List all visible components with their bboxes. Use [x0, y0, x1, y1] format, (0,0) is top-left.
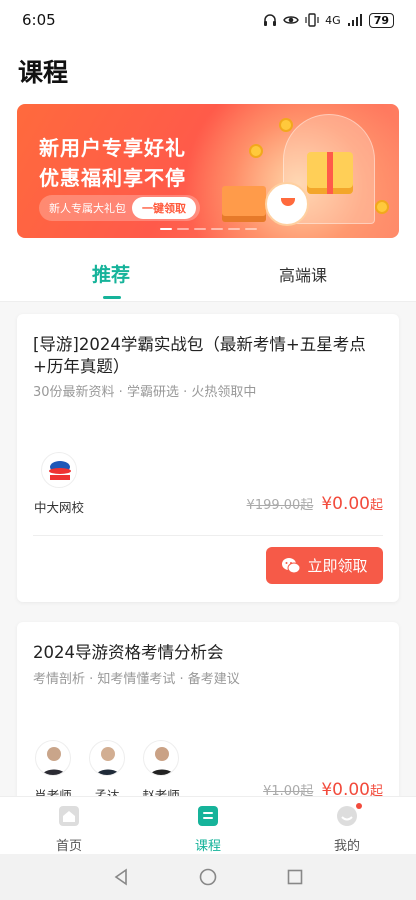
teacher-avatar	[143, 740, 179, 776]
banner-claim-button[interactable]: 一键领取	[132, 197, 196, 219]
price-suffix: 起	[369, 784, 383, 796]
home-icon	[59, 806, 79, 826]
teacher: 中大网校	[29, 452, 89, 516]
course-title: [导游]2024学霸实战包（最新考情+五星考点+历年真题）	[33, 335, 366, 376]
status-bar: 6:05 4G 79	[0, 0, 416, 40]
course-tags: 考情剖析 · 知考情懂考试 · 备考建议	[33, 672, 240, 687]
current-price: ¥0.00起	[321, 494, 383, 514]
promo-banner[interactable]: 新用户专享好礼 优惠福利享不停 新人专属大礼包 一键领取	[17, 104, 399, 238]
notification-dot	[356, 803, 362, 809]
course-tags: 30份最新资料 · 学霸研选 · 火热领取中	[33, 385, 257, 400]
current-price-value: ¥0.00	[321, 494, 370, 514]
headphones-icon	[264, 14, 277, 26]
status-time: 6:05	[22, 11, 56, 29]
nav-home[interactable]: 首页	[34, 805, 104, 854]
card-divider	[33, 535, 383, 536]
teacher-avatar	[35, 740, 71, 776]
tab-bar: 推荐 高端课	[0, 256, 416, 302]
teacher-name: 孟达	[94, 788, 120, 796]
box-graphic	[222, 186, 266, 222]
app-root: 6:05 4G 79 课程 新用户专享好礼 优惠福利享不停 新人专属大礼包 一键…	[0, 0, 416, 900]
banner-headline: 新用户专享好礼	[39, 136, 186, 160]
nav-course[interactable]: 课程	[173, 805, 243, 854]
course-card[interactable]: 2024导游资格考情分析会 考情剖析 · 知考情懂考试 · 备考建议 肖老师 孟…	[17, 622, 399, 796]
current-price-value: ¥0.00	[321, 780, 370, 796]
carousel-dot[interactable]	[227, 228, 240, 230]
course-list[interactable]: [导游]2024学霸实战包（最新考情+五星考点+历年真题） 30份最新资料 · …	[0, 302, 416, 796]
back-icon[interactable]	[113, 868, 129, 886]
gift-box-icon	[307, 152, 353, 194]
vibrate-icon	[305, 13, 319, 27]
current-price: ¥0.00起	[321, 780, 383, 796]
battery-indicator: 79	[368, 12, 394, 28]
teacher: 赵老师	[131, 740, 191, 796]
price-suffix: 起	[369, 498, 383, 513]
nav-home-label: 首页	[55, 839, 82, 854]
original-price: ¥199.00起	[246, 498, 314, 513]
original-price: ¥1.00起	[263, 784, 314, 796]
network-type: 4G	[325, 13, 341, 27]
claim-button-label: 立即领取	[307, 557, 368, 575]
tab-premium[interactable]: 高端课	[279, 262, 327, 286]
school-logo-icon	[41, 452, 77, 488]
coin-icon	[279, 118, 293, 132]
mascot-graphic	[265, 182, 309, 226]
teacher-name: 中大网校	[33, 500, 84, 515]
banner-pill-text: 新人专属大礼包	[49, 202, 126, 215]
banner-pill[interactable]: 新人专属大礼包 一键领取	[39, 195, 200, 221]
nav-profile[interactable]: 我的	[312, 803, 382, 854]
carousel-dot[interactable]	[159, 228, 172, 230]
status-icons: 4G 79	[263, 12, 394, 28]
course-card[interactable]: [导游]2024学霸实战包（最新考情+五星考点+历年真题） 30份最新资料 · …	[17, 314, 399, 602]
nav-course-label: 课程	[194, 839, 221, 854]
profile-icon	[337, 806, 357, 826]
wechat-icon	[282, 557, 301, 573]
tab-recommended[interactable]: 推荐	[92, 260, 130, 287]
page-title: 课程	[18, 58, 69, 87]
eye-icon	[283, 16, 299, 24]
banner-subheadline: 优惠福利享不停	[39, 166, 186, 190]
course-title: 2024导游资格考情分析会	[33, 643, 224, 662]
nav-profile-label: 我的	[333, 839, 360, 854]
course-icon	[198, 806, 218, 826]
tab-active-indicator	[103, 296, 121, 299]
system-nav-bar	[0, 854, 416, 900]
coin-icon	[249, 144, 263, 158]
signal-icon	[347, 14, 362, 26]
teacher-name: 赵老师	[142, 788, 180, 796]
teacher: 肖老师	[23, 740, 83, 796]
coin-icon	[375, 200, 389, 214]
claim-now-button[interactable]: 立即领取	[266, 547, 383, 584]
course-price: ¥1.00起 ¥0.00起	[263, 780, 383, 796]
carousel-dot[interactable]	[210, 228, 223, 230]
carousel-dot[interactable]	[193, 228, 206, 230]
home-circle-icon[interactable]	[199, 868, 217, 886]
carousel-dot[interactable]	[244, 228, 257, 230]
recents-icon[interactable]	[287, 869, 303, 885]
teacher-avatar	[89, 740, 125, 776]
carousel-dot[interactable]	[176, 228, 189, 230]
bottom-nav: 首页 课程 我的	[0, 796, 416, 854]
teacher: 孟达	[77, 740, 137, 796]
teacher-name: 肖老师	[34, 788, 72, 796]
carousel-dots	[17, 228, 399, 230]
course-price: ¥199.00起 ¥0.00起	[247, 494, 383, 514]
